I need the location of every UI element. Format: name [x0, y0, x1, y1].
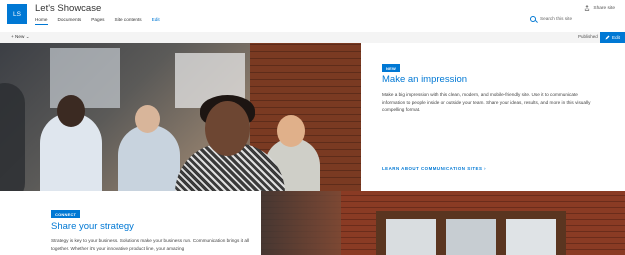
strategy-title[interactable]: Share your strategy — [51, 221, 134, 232]
person-1-head — [57, 95, 85, 127]
hero-description: Make a big impression with this clean, m… — [382, 92, 591, 112]
publish-status: Published — [578, 34, 598, 39]
nav-edit-link[interactable]: Edit — [152, 17, 160, 25]
strategy-panel: CONNECT Share your strategy Strategy is … — [0, 191, 261, 255]
site-title[interactable]: Let's Showcase — [35, 3, 101, 14]
search-icon — [530, 15, 536, 22]
window-pane — [446, 219, 496, 255]
site-header: LS Let's Showcase Home Documents Pages S… — [0, 0, 625, 32]
nav-pages[interactable]: Pages — [91, 17, 104, 25]
pencil-icon — [605, 35, 610, 40]
window-pane — [506, 219, 556, 255]
blurred-foreground — [261, 191, 341, 255]
site-logo[interactable]: LS — [7, 4, 27, 24]
share-site-label: Share site — [593, 5, 615, 11]
edit-button[interactable]: Edit — [600, 32, 625, 43]
site-nav: Home Documents Pages Site contents Edit — [35, 17, 170, 25]
nav-site-contents[interactable]: Site contents — [115, 17, 142, 25]
connect-tag[interactable]: CONNECT — [51, 210, 81, 218]
edit-button-label: Edit — [612, 35, 620, 40]
person-2-body — [118, 125, 180, 191]
new-button[interactable]: + New ⌄ — [11, 34, 30, 40]
person-4-head — [277, 115, 305, 147]
strategy-image — [261, 191, 625, 255]
share-site-button[interactable]: Share site — [584, 5, 615, 11]
hero-text-panel: NEW Make an impression Make a big impres… — [361, 43, 625, 191]
person-2-head — [135, 105, 160, 133]
share-icon — [585, 5, 590, 11]
window-pane — [386, 219, 436, 255]
logo-initials: LS — [13, 10, 21, 18]
new-tag[interactable]: NEW — [382, 64, 400, 72]
search-placeholder: Search this site — [540, 16, 573, 21]
search-box[interactable]: Search this site — [530, 13, 625, 24]
person-3-head — [205, 101, 250, 156]
nav-home[interactable]: Home — [35, 17, 48, 25]
hero-image — [0, 43, 361, 191]
strategy-description: Strategy is key to your business. Soluti… — [51, 238, 250, 251]
command-bar: + New ⌄ Published Edit — [0, 32, 625, 43]
learn-more-link[interactable]: LEARN ABOUT COMMUNICATION SITES › — [382, 166, 486, 171]
nav-documents[interactable]: Documents — [58, 17, 82, 25]
hero-title[interactable]: Make an impression — [382, 74, 467, 85]
foreground-blur — [0, 83, 25, 191]
new-button-label: + New ⌄ — [11, 34, 30, 39]
